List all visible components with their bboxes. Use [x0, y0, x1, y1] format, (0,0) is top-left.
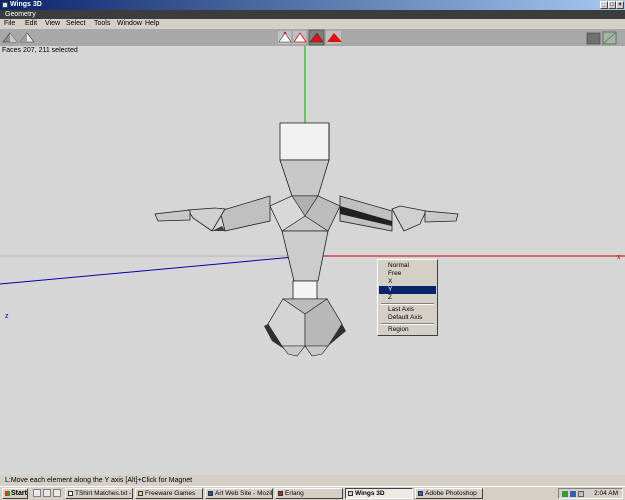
- tray-network-icon[interactable]: [562, 491, 568, 497]
- tray-volume-icon[interactable]: [570, 491, 576, 497]
- task-freeware-games[interactable]: Freeware Games: [135, 488, 203, 499]
- show-desktop-icon[interactable]: [33, 489, 41, 497]
- menu-edit[interactable]: Edit: [25, 19, 37, 29]
- shade-toggle-icon[interactable]: [19, 32, 35, 43]
- ctx-item-x[interactable]: X: [379, 278, 436, 286]
- axis-context-menu: Normal Free X Y Z Last Axis Default Axis…: [377, 259, 438, 336]
- character-hips[interactable]: [292, 280, 318, 300]
- z-axis-label: z: [5, 313, 9, 320]
- menu-select[interactable]: Select: [66, 19, 85, 29]
- erlang-icon: [278, 491, 283, 496]
- menu-tools[interactable]: Tools: [94, 19, 110, 29]
- quicklaunch-ie-icon[interactable]: [43, 489, 51, 497]
- menu-view[interactable]: View: [45, 19, 60, 29]
- maximize-button[interactable]: □: [608, 1, 616, 9]
- quicklaunch-explorer-icon[interactable]: [53, 489, 61, 497]
- wings-3d-icon: [348, 491, 353, 496]
- message-text: L:Move each element along the Y axis [Al…: [5, 477, 193, 484]
- app-icon: [2, 2, 8, 8]
- ctx-item-default-axis[interactable]: Default Axis: [379, 314, 436, 322]
- toolbar: [0, 29, 625, 47]
- character-lower-body[interactable]: [264, 298, 346, 357]
- close-button[interactable]: ×: [616, 1, 624, 9]
- character-right-arm[interactable]: [339, 195, 459, 232]
- ctx-item-normal[interactable]: Normal: [379, 262, 436, 270]
- photoshop-icon: [418, 491, 423, 496]
- x-axis-label: x: [617, 254, 621, 261]
- character-torso[interactable]: [269, 195, 341, 282]
- edge-mode-icon[interactable]: [293, 31, 307, 44]
- body-mode-icon[interactable]: [326, 31, 342, 44]
- ortho-toggle-icon[interactable]: [586, 32, 601, 45]
- minimize-button[interactable]: _: [600, 1, 608, 9]
- menu-window[interactable]: Window: [117, 19, 142, 29]
- ctx-separator: [381, 323, 434, 325]
- title-bar[interactable]: Wings 3D _ □ ×: [0, 0, 625, 10]
- tray-app-icon[interactable]: [578, 491, 584, 497]
- task-adobe-photoshop[interactable]: Adobe Photoshop: [415, 488, 483, 499]
- message-bar: L:Move each element along the Y axis [Al…: [0, 475, 625, 486]
- 3d-viewport[interactable]: x z: [0, 46, 625, 475]
- system-tray: 2:04 AM: [558, 488, 623, 499]
- notepad-icon: [68, 491, 73, 496]
- character-left-arm[interactable]: [154, 195, 271, 232]
- start-label: Start: [11, 490, 27, 497]
- taskbar: Start TShirt Matches.txt - ... Freeware …: [0, 486, 625, 500]
- task-tshirt-matches[interactable]: TShirt Matches.txt - ...: [65, 488, 133, 499]
- z-axis-line: [0, 255, 306, 285]
- ctx-item-free[interactable]: Free: [379, 270, 436, 278]
- ctx-item-y[interactable]: Y: [379, 286, 436, 294]
- menu-file[interactable]: File: [4, 19, 15, 29]
- folder-icon: [138, 491, 143, 496]
- toolbar-icons: [2, 29, 617, 46]
- window-title: Wings 3D: [10, 1, 42, 8]
- mozilla-icon: [208, 491, 213, 496]
- task-wings-3d[interactable]: Wings 3D: [345, 488, 413, 499]
- smooth-preview-icon[interactable]: [2, 32, 18, 43]
- character-neck[interactable]: [279, 159, 330, 197]
- start-button[interactable]: Start: [2, 488, 28, 499]
- ctx-item-region[interactable]: Region: [379, 326, 436, 334]
- character-head[interactable]: [279, 122, 330, 161]
- perspective-toggle-icon[interactable]: [602, 31, 617, 45]
- selection-status: Faces 207, 211 selected: [2, 47, 78, 54]
- menu-help[interactable]: Help: [145, 19, 159, 29]
- windows-logo-icon: [5, 491, 10, 496]
- face-mode-icon[interactable]: [308, 29, 325, 46]
- vertex-mode-icon[interactable]: [278, 31, 292, 44]
- ctx-separator: [381, 303, 434, 305]
- clock[interactable]: 2:04 AM: [594, 489, 618, 498]
- ctx-item-last-axis[interactable]: Last Axis: [379, 306, 436, 314]
- scene-canvas[interactable]: x z: [0, 46, 625, 475]
- task-erlang[interactable]: Erlang: [275, 488, 343, 499]
- ctx-item-z[interactable]: Z: [379, 294, 436, 302]
- task-art-web-site[interactable]: Art Web Site - Mozilla: [205, 488, 273, 499]
